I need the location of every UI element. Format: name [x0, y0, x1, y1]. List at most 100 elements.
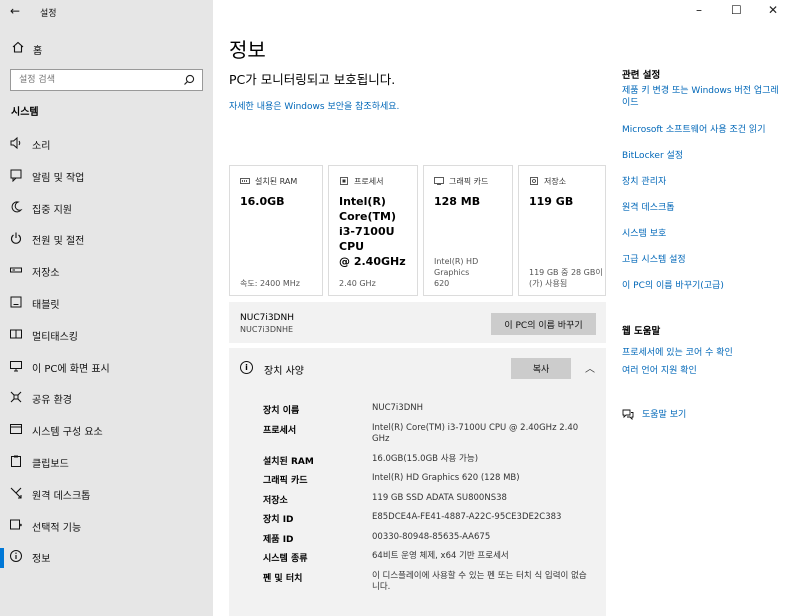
spec-value: 00330-80948-85635-AA675: [372, 531, 491, 542]
related-link-system-protection[interactable]: 시스템 보호: [622, 228, 782, 240]
help-chat-icon: [622, 409, 634, 420]
get-help-link[interactable]: 도움말 보기: [642, 409, 800, 421]
sidebar-item-notifications[interactable]: 알림 및 작업: [0, 161, 213, 193]
sidebar-item-label: 정보: [32, 554, 51, 566]
sidebar-item-label: 멀티태스킹: [32, 331, 78, 343]
spec-value: 이 디스플레이에 사용할 수 있는 펜 또는 터치 식 입력이 없습니다.: [372, 570, 587, 592]
device-specs-title: 장치 사양: [264, 366, 304, 377]
device-name-bar: NUC7i3DNH NUC7i3DNHE 이 PC의 이름 바꾸기: [229, 302, 606, 343]
spec-value: Intel(R) HD Graphics 620 (128 MB): [372, 473, 520, 483]
share-icon: [10, 391, 22, 403]
help-link-cores[interactable]: 프로세서에 있는 코어 수 확인: [622, 347, 782, 359]
sidebar-item-power[interactable]: 전원 및 절전: [0, 224, 213, 256]
home-icon: [12, 41, 24, 53]
info-icon: i: [240, 361, 253, 374]
sidebar-item-optional-features[interactable]: 선택적 기능: [0, 511, 213, 543]
sidebar-item-label: 저장소: [32, 268, 60, 280]
sidebar-item-label: 알림 및 작업: [32, 172, 85, 184]
spec-value: Intel(R) Core(TM) i3-7100U CPU @ 2.40GHz…: [372, 422, 579, 444]
spec-value: NUC7i3DNH: [372, 403, 423, 413]
sidebar-item-label: 소리: [32, 141, 51, 152]
card-processor: 프로세서 Intel(R) Core(TM) i3-7100U CPU @ 2.…: [328, 165, 418, 296]
copy-button[interactable]: 복사: [511, 358, 571, 379]
card-value: 119 GB: [529, 195, 574, 208]
spec-row: 시스템 종류 64비트 운영 체제, x64 기반 프로세서: [229, 548, 606, 568]
related-link-rename-advanced[interactable]: 이 PC의 이름 바꾸기(고급): [622, 280, 782, 292]
spec-key: 설치된 RAM: [263, 456, 314, 467]
sidebar-item-label: 태블릿: [32, 299, 60, 311]
clipboard-icon: [11, 455, 21, 467]
related-link-device-manager[interactable]: 장치 관리자: [622, 176, 782, 188]
components-icon: [10, 424, 22, 435]
card-header: 저장소: [544, 177, 567, 186]
card-graphics: 그래픽 카드 128 MB Intel(R) HD Graphics 620: [423, 165, 513, 296]
device-specs-header[interactable]: i 장치 사양 복사 ︿: [229, 348, 606, 388]
sidebar-item-clipboard[interactable]: 클립보드: [0, 447, 213, 479]
sidebar-item-shared-experiences[interactable]: 공유 환경: [0, 383, 213, 415]
minimize-button[interactable]: –: [696, 3, 702, 17]
sidebar-item-sound[interactable]: 소리: [0, 129, 213, 161]
spec-row: 저장소 119 GB SSD ADATA SU800NS38: [229, 490, 606, 510]
sidebar-item-label: 홈: [33, 46, 43, 57]
rename-pc-button[interactable]: 이 PC의 이름 바꾸기: [491, 313, 596, 335]
sidebar-item-label: 선택적 기능: [32, 522, 82, 534]
card-value: Intel(R) Core(TM) i3-7100U CPU @ 2.40GHz: [339, 195, 406, 268]
card-footer: Intel(R) HD Graphics 620: [434, 257, 479, 288]
spec-key: 저장소: [263, 495, 288, 506]
sidebar-item-remote-desktop[interactable]: 원격 데스크톱: [0, 479, 213, 511]
related-link-product-key[interactable]: 제품 키 변경 또는 Windows 버전 업그레이드: [622, 85, 782, 109]
device-name: NUC7i3DNH: [240, 313, 294, 323]
sidebar-item-about[interactable]: 정보: [0, 542, 213, 574]
ram-icon: [240, 178, 250, 184]
title-bar: ← 설정: [0, 0, 213, 24]
sidebar-item-storage[interactable]: 저장소: [0, 256, 213, 288]
card-header: 그래픽 카드: [449, 177, 489, 186]
spec-row: 장치 ID E85DCE4A-FE41-4887-A22C-95CE3DE2C3…: [229, 509, 606, 529]
spec-key: 펜 및 터치: [263, 573, 303, 584]
help-link-languages[interactable]: 여러 언어 지원 확인: [622, 365, 782, 377]
spec-key: 시스템 종류: [263, 554, 308, 564]
back-button[interactable]: ←: [10, 4, 20, 18]
search-icon[interactable]: [183, 74, 195, 86]
spec-row: 펜 및 터치 이 디스플레이에 사용할 수 있는 펜 또는 터치 식 입력이 없…: [229, 568, 606, 599]
related-link-license-terms[interactable]: Microsoft 소프트웨어 사용 조건 읽기: [622, 124, 782, 136]
card-header: 설치된 RAM: [255, 177, 298, 186]
related-link-advanced-system[interactable]: 고급 시스템 설정: [622, 254, 782, 266]
search-input[interactable]: [11, 70, 171, 90]
related-link-remote-desktop[interactable]: 원격 데스크톱: [622, 202, 782, 214]
sidebar-item-home[interactable]: 홈: [0, 36, 213, 60]
cpu-icon: [340, 177, 348, 185]
windows-security-link[interactable]: 자세한 내용은 Windows 보안을 참조하세요.: [229, 99, 399, 112]
gpu-icon: [434, 177, 444, 185]
active-indicator: [0, 548, 4, 569]
drive-icon: [530, 177, 538, 185]
spec-value: 16.0GB(15.0GB 사용 가능): [372, 453, 479, 464]
sidebar-item-label: 전원 및 절전: [32, 236, 85, 248]
optional-features-icon: [10, 519, 22, 530]
sidebar-item-label: 원격 데스크톱: [32, 490, 91, 502]
sidebar-item-multitasking[interactable]: 멀티태스킹: [0, 320, 213, 352]
search-box: [10, 69, 203, 91]
device-specs-list: 장치 이름 NUC7i3DNH 프로세서 Intel(R) Core(TM) i…: [229, 400, 606, 599]
sidebar-item-system-components[interactable]: 시스템 구성 요소: [0, 415, 213, 447]
sidebar: ← 설정 홈 시스템 소리 알림 및 작업 집중 지원 전원 및 절전 저장소: [0, 0, 213, 616]
related-link-bitlocker[interactable]: BitLocker 설정: [622, 150, 782, 162]
sidebar-item-focus-assist[interactable]: 집중 지원: [0, 193, 213, 225]
spec-row: 제품 ID 00330-80948-85635-AA675: [229, 529, 606, 549]
device-specs-panel: i 장치 사양 복사 ︿ 장치 이름 NUC7i3DNH 프로세서 Intel(…: [229, 348, 606, 616]
sidebar-item-project[interactable]: 이 PC에 화면 표시: [0, 352, 213, 384]
card-storage: 저장소 119 GB 119 GB 중 28 GB이 (가) 사용됨: [518, 165, 606, 296]
spec-key: 장치 이름: [263, 406, 300, 416]
sidebar-item-label: 시스템 구성 요소: [32, 427, 103, 439]
card-header: 프로세서: [354, 177, 384, 186]
sidebar-nav: 소리 알림 및 작업 집중 지원 전원 및 절전 저장소 태블릿 멀티태스킹 이…: [0, 129, 213, 574]
close-button[interactable]: ✕: [768, 3, 778, 17]
card-footer: 119 GB 중 28 GB이 (가) 사용됨: [529, 268, 603, 288]
power-icon: [11, 232, 21, 245]
chevron-up-icon[interactable]: ︿: [585, 360, 595, 375]
sidebar-item-tablet[interactable]: 태블릿: [0, 288, 213, 320]
maximize-button[interactable]: ☐: [731, 3, 742, 17]
protection-status: PC가 모니터링되고 보호됩니다.: [229, 72, 396, 87]
card-ram: 설치된 RAM 16.0GB 속도: 2400 MHz: [229, 165, 323, 296]
related-settings-title: 관련 설정: [622, 70, 661, 81]
